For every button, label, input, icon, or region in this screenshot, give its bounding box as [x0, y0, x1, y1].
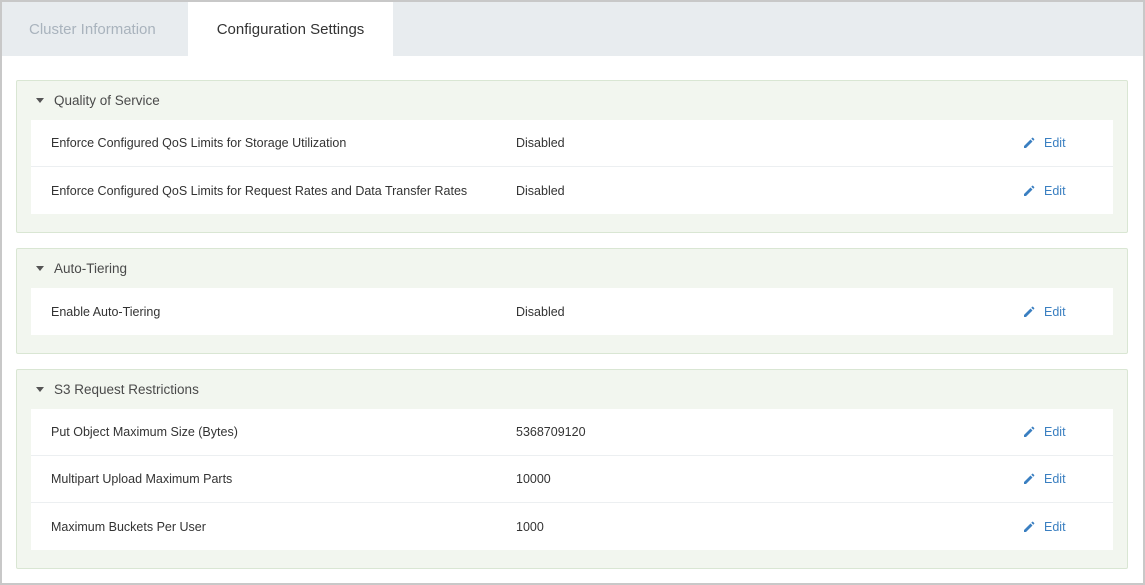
tab-cluster-information[interactable]: Cluster Information: [4, 2, 188, 56]
pencil-icon: [1024, 306, 1035, 317]
settings-list: Enable Auto-Tiering Disabled Edit: [31, 288, 1113, 335]
setting-label: Enforce Configured QoS Limits for Storag…: [51, 136, 347, 150]
section-header-s3-request-restrictions[interactable]: S3 Request Restrictions: [31, 370, 1113, 409]
edit-button[interactable]: Edit: [1023, 520, 1113, 534]
section-header-quality-of-service[interactable]: Quality of Service: [31, 81, 1113, 120]
setting-label: Multipart Upload Maximum Parts: [51, 472, 233, 486]
edit-label: Edit: [1044, 304, 1066, 319]
pencil-icon: [1024, 426, 1035, 437]
setting-row: Maximum Buckets Per User 1000 Edit: [31, 503, 1113, 550]
edit-label: Edit: [1044, 472, 1066, 486]
section-quality-of-service: Quality of Service Enforce Configured Qo…: [16, 80, 1128, 233]
edit-label: Edit: [1044, 425, 1066, 439]
section-title: S3 Request Restrictions: [54, 382, 199, 397]
edit-button[interactable]: Edit: [1023, 425, 1113, 439]
edit-label: Edit: [1044, 519, 1066, 534]
setting-row: Enforce Configured QoS Limits for Storag…: [31, 120, 1113, 167]
pencil-icon: [1024, 137, 1035, 148]
setting-value: 1000: [516, 519, 544, 534]
caret-down-icon: [36, 98, 44, 103]
settings-list: Enforce Configured QoS Limits for Storag…: [31, 120, 1113, 214]
setting-row: Enforce Configured QoS Limits for Reques…: [31, 167, 1113, 214]
tab-configuration-settings[interactable]: Configuration Settings: [188, 2, 393, 56]
section-header-auto-tiering[interactable]: Auto-Tiering: [31, 249, 1113, 288]
section-auto-tiering: Auto-Tiering Enable Auto-Tiering Disable…: [16, 248, 1128, 354]
setting-label: Maximum Buckets Per User: [51, 519, 206, 534]
setting-value: Disabled: [516, 304, 565, 319]
section-s3-request-restrictions: S3 Request Restrictions Put Object Maxim…: [16, 369, 1128, 569]
edit-label: Edit: [1044, 136, 1066, 150]
pencil-icon: [1024, 185, 1035, 196]
edit-button[interactable]: Edit: [1023, 472, 1113, 486]
section-title: Auto-Tiering: [54, 261, 128, 276]
settings-content: Quality of Service Enforce Configured Qo…: [16, 80, 1128, 583]
section-title: Quality of Service: [54, 93, 160, 108]
setting-row: Multipart Upload Maximum Parts 10000 Edi…: [31, 456, 1113, 503]
edit-button[interactable]: Edit: [1023, 305, 1113, 319]
setting-value: 10000: [516, 472, 551, 486]
setting-label: Enable Auto-Tiering: [51, 304, 161, 319]
tab-bar: Cluster Information Configuration Settin…: [2, 2, 1143, 56]
setting-label: Enforce Configured QoS Limits for Reques…: [51, 183, 468, 198]
pencil-icon: [1024, 521, 1035, 532]
setting-value: Disabled: [516, 136, 565, 150]
pencil-icon: [1024, 473, 1035, 484]
caret-down-icon: [36, 266, 44, 271]
caret-down-icon: [36, 387, 44, 392]
edit-button[interactable]: Edit: [1023, 184, 1113, 198]
setting-row: Put Object Maximum Size (Bytes) 53687091…: [31, 409, 1113, 456]
setting-label: Put Object Maximum Size (Bytes): [51, 425, 238, 439]
setting-value: Disabled: [516, 183, 565, 198]
settings-list: Put Object Maximum Size (Bytes) 53687091…: [31, 409, 1113, 550]
setting-value: 5368709120: [516, 425, 586, 439]
window: Cluster Information Configuration Settin…: [0, 0, 1145, 585]
edit-button[interactable]: Edit: [1023, 136, 1113, 150]
setting-row: Enable Auto-Tiering Disabled Edit: [31, 288, 1113, 335]
edit-label: Edit: [1044, 183, 1066, 198]
